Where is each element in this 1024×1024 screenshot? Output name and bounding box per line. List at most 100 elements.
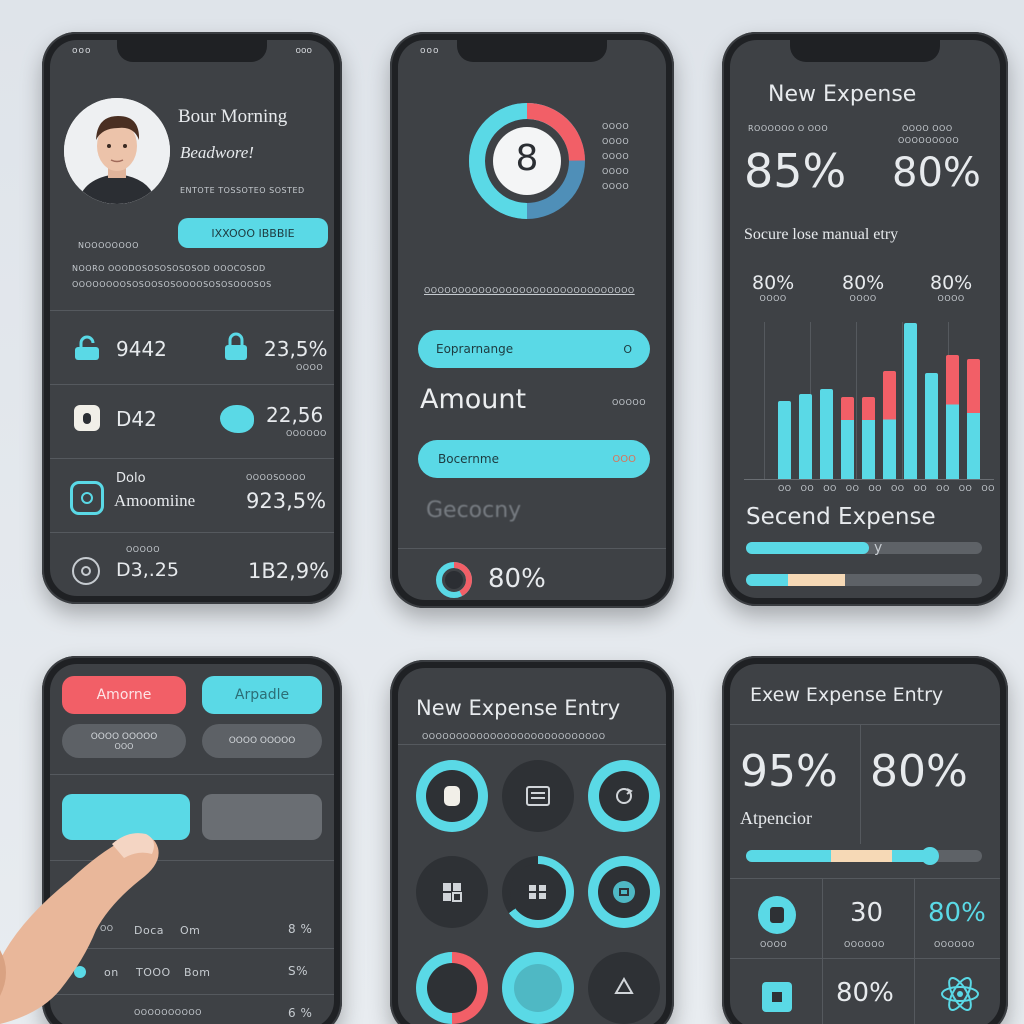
cyan-action-button[interactable]: Arpadle [202,676,322,714]
status-bar-left: ooo [420,46,440,56]
description-line-2: OOOOOOOOSOSOOSOSOOOOSOSOSOOOSOS [72,280,272,289]
amount-field[interactable]: Bocernme OOO [418,440,650,478]
category-button-recycle[interactable] [588,952,660,1024]
unselected-toggle[interactable] [202,794,322,840]
stat-tile[interactable]: OOOO [730,878,822,958]
slider-track[interactable] [746,574,982,586]
stat-tile[interactable] [914,958,1000,1024]
phone-expense-chart: New Expense ROOOOOO O OOO OOOO OOO OOOOO… [722,32,1008,606]
legend-line: OOOO [602,152,630,161]
stat-tile[interactable] [730,958,822,1024]
divider-text: OOOOOOOOOOOOOOOOOOOOOOOOOOOOOOO [424,286,635,295]
vertical-divider [860,724,861,844]
list-item-value: 8 % [288,922,313,936]
lock-icon [222,331,250,361]
category-button-refresh[interactable] [588,760,660,832]
section-label: NOOOOOOOO [78,241,139,250]
card-icon [758,896,796,934]
row-value-right: 923,5% [246,489,327,513]
slider-fill [746,850,831,862]
chart-bar [883,371,896,479]
row-label-top-right: OOOOSOOOO [246,473,306,482]
chart-bar [799,394,812,479]
recycle-icon [614,977,634,994]
category-field-text: Eoprarnange [436,342,514,356]
tick-label: OO [890,484,905,493]
tick-label: OO [936,484,950,493]
status-bar-right: ooo [295,46,312,56]
progress-slider[interactable] [746,847,982,865]
atom-icon [941,977,979,1011]
square-icon [74,405,100,431]
notch [790,40,940,62]
chart-bar [778,401,791,479]
chip-left[interactable]: OOOO OOOOO OOO [62,724,186,758]
category-button-cyan[interactable] [502,952,574,1024]
subtitle-left: ROOOOOO O OOO [748,124,829,133]
category-placeholder[interactable]: Gecocny [426,498,521,523]
stat-tile[interactable]: 80% [822,958,914,1024]
amount-hint: OOOOO [612,398,646,407]
category-button-progress[interactable] [502,856,574,928]
phone-dashboard: ooo ooo Bour Morning Beadwore! ENTOTE TO… [42,32,342,604]
amount-label: Amount [420,384,527,415]
row-value-right: 1B2,9% [248,559,330,583]
blob-icon [220,405,254,433]
stat-tile-label: OOOOOO [844,940,885,949]
mini-stat: 80% OOOO [752,272,794,303]
category-button-mail[interactable] [588,856,660,928]
phone-expense-form: ooo 8 OOOO OOOO OOOO OOOO OOOO OOOOOOOOO… [390,32,674,608]
category-button-pie[interactable] [416,952,488,1024]
chart-bar [967,359,980,479]
red-action-button[interactable]: Amorne [62,676,186,714]
list-item-value: S% [288,964,309,978]
list-item[interactable]: D42 22,56 OOOOOO [50,385,334,457]
caption: Socure lose manual etry [744,226,899,243]
legend-line: OOOO [602,122,630,131]
big-percent-left: 85% [744,144,847,198]
status-bar-left: ooo [72,46,92,56]
category-button-document[interactable] [502,760,574,832]
big-percent-left: 95% [740,746,838,797]
divider [730,724,1000,725]
side-legend: OOOO OOOO OOOO OOOO OOOO [602,122,629,191]
slider-track[interactable]: y [746,540,982,556]
document-icon [526,786,550,806]
row-value-right: 22,56 [266,403,324,427]
category-field[interactable]: Eoprarnange O [418,330,650,368]
stat-tile[interactable]: 30 OOOOOO [822,878,914,958]
screen: ooo 8 OOOO OOOO OOOO OOOO OOOO OOOOOOOOO… [398,40,666,600]
target-icon [72,557,100,585]
bar-chart [744,322,994,480]
chip-right[interactable]: OOOO OOOOO [202,724,322,758]
stat-tile[interactable]: 80% OOOOOO [914,878,1000,958]
tick-label: OO [778,484,792,493]
row-label-top: OOOOO [126,545,160,554]
tick-label: OO [958,484,973,493]
chart-bar [925,373,938,479]
list-item[interactable]: 9442 23,5% OOOO [50,311,334,383]
slider-thumb[interactable] [920,847,939,865]
mini-stat: 80% OOOO [842,272,884,303]
list-item[interactable]: Dolo Amoomiine OOOOSOOOO 923,5% [50,459,334,531]
phone-category-grid: New Expense Entry OOOOOOOOOOOOOOOOOOOOOO… [390,660,674,1024]
list-item[interactable]: OOOOO D3,.25 1B2,9% [50,533,334,596]
category-button-grid[interactable] [416,856,488,928]
mini-stat-value: 80% [930,272,973,294]
slider-mark: y [874,540,883,556]
screen: New Expense ROOOOOO O OOO OOOO OOO OOOOO… [730,40,1000,598]
category-button-wallet[interactable] [416,760,488,832]
divider [398,744,666,745]
primary-action-button[interactable]: IXXOOO IBBBIE [178,218,328,248]
subtitle-text: OOOOOOOOOOOOOOOOOOOOOOOOOOO [422,732,606,741]
avatar[interactable] [64,98,170,204]
screen: Exew Expense Entry 95% 80% Atpencior OOO… [730,664,1000,1024]
mini-stat-value: 80% [752,272,795,294]
row-value-left: D42 [116,407,157,431]
description-line-1: NOORO OOODOSOSOSOSOSOD OOOCOSOD [72,264,266,273]
tick-label: OO [845,484,860,493]
screen: New Expense Entry OOOOOOOOOOOOOOOOOOOOOO… [398,668,666,1024]
mini-stat-label: OOOO [937,294,965,303]
legend-line: OOOO [602,137,630,146]
pointing-hand-icon [0,800,170,1024]
